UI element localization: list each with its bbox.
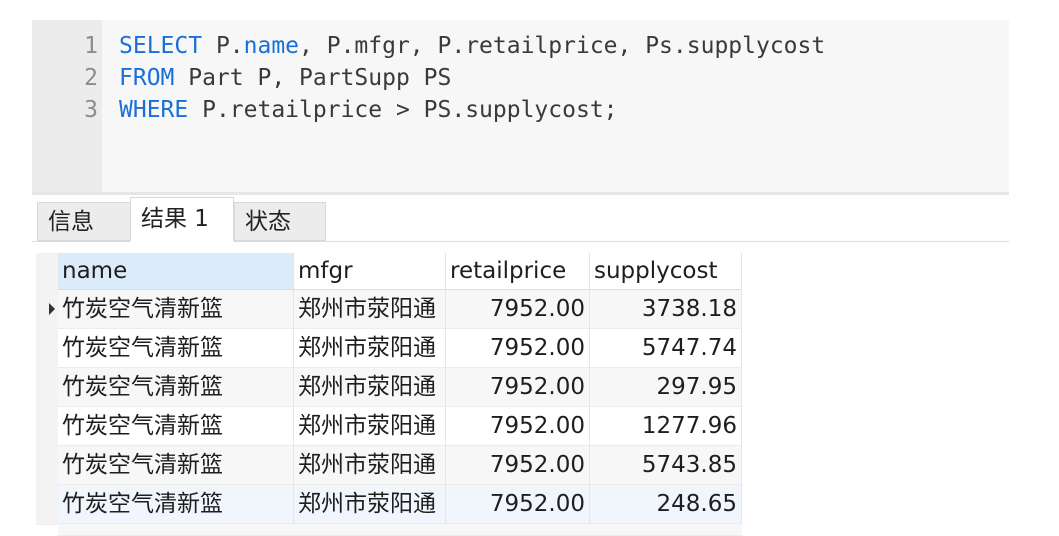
row-selector[interactable] <box>36 368 58 408</box>
column-header-supplycost[interactable]: supplycost <box>590 253 742 290</box>
sql-keyword: FROM <box>119 65 175 91</box>
sql-editor[interactable]: 1 2 3 SELECT P.name, P.mfgr, P.retailprice… <box>32 20 1009 192</box>
sql-keyword: WHERE <box>119 97 189 123</box>
row-selector[interactable] <box>36 290 58 330</box>
cell-mfgr[interactable]: 郑州市荥阳通 <box>294 407 446 446</box>
line-number: 3 <box>84 97 98 123</box>
cell-supplycost[interactable]: 297.95 <box>590 368 742 407</box>
code-line[interactable]: SELECT P.name, P.mfgr, P.retailprice, Ps… <box>119 30 825 62</box>
row-selector[interactable] <box>36 446 58 486</box>
line-number-gutter: 1 2 3 <box>32 20 102 192</box>
cell-name[interactable]: 竹炭空气清新篮 <box>58 290 294 329</box>
line-number: 1 <box>84 33 98 59</box>
cell-mfgr[interactable]: 郑州市荥阳通 <box>294 485 446 524</box>
sql-token: Part P, PartSupp PS <box>174 65 452 91</box>
tab-result-1[interactable]: 结果 1 <box>130 197 234 242</box>
current-row-caret-icon <box>49 303 55 315</box>
code-line[interactable]: WHERE P.retailprice > PS.supplycost; <box>119 94 618 126</box>
sql-token: P.retailprice > PS.supplycost; <box>188 97 618 123</box>
cell-mfgr[interactable]: 郑州市荥阳通 <box>294 446 446 485</box>
cell-mfgr[interactable]: 郑州市荥阳通 <box>294 329 446 368</box>
cell-name[interactable]: 竹炭空气清新篮 <box>58 446 294 485</box>
cell-name[interactable]: 竹炭空气清新篮 <box>58 329 294 368</box>
cell-supplycost[interactable]: 1277.96 <box>590 407 742 446</box>
cell-retailprice[interactable]: 7952.00 <box>446 290 590 329</box>
cell-retailprice[interactable]: 7952.00 <box>446 368 590 407</box>
row-selector[interactable] <box>36 329 58 369</box>
cell-mfgr[interactable]: 郑州市荥阳通 <box>294 290 446 329</box>
cell-supplycost[interactable]: 5743.85 <box>590 446 742 485</box>
tab-status[interactable]: 状态 <box>234 202 326 241</box>
code-area[interactable]: SELECT P.name, P.mfgr, P.retailprice, Ps… <box>102 20 1009 192</box>
sql-token: , P.mfgr, P.retailprice, Ps.supplycost <box>299 33 826 59</box>
result-tabbar: 信息 结果 1 状态 <box>32 195 1009 243</box>
cell-supplycost[interactable]: 3738.18 <box>590 290 742 329</box>
line-number: 2 <box>84 65 98 91</box>
sql-keyword: SELECT <box>119 33 203 59</box>
table-row-partial[interactable] <box>58 524 742 536</box>
cell-name[interactable]: 竹炭空气清新篮 <box>58 368 294 407</box>
cell-supplycost[interactable]: 248.65 <box>590 485 742 524</box>
column-header-mfgr[interactable]: mfgr <box>294 253 446 290</box>
row-selector[interactable] <box>36 407 58 447</box>
cell-name[interactable]: 竹炭空气清新篮 <box>58 485 294 524</box>
column-header-retailprice[interactable]: retailprice <box>446 253 590 290</box>
cell-name[interactable]: 竹炭空气清新篮 <box>58 407 294 446</box>
cell-retailprice[interactable]: 7952.00 <box>446 329 590 368</box>
cell-retailprice[interactable]: 7952.00 <box>446 485 590 524</box>
cell-retailprice[interactable]: 7952.00 <box>446 446 590 485</box>
grid-corner <box>36 253 58 291</box>
cell-mfgr[interactable]: 郑州市荥阳通 <box>294 368 446 407</box>
column-header-name[interactable]: name <box>58 253 294 290</box>
tab-info[interactable]: 信息 <box>37 202 131 241</box>
sql-token: P. <box>202 33 244 59</box>
cell-supplycost[interactable]: 5747.74 <box>590 329 742 368</box>
sql-keyword: name <box>243 33 300 59</box>
code-line[interactable]: FROM Part P, PartSupp PS <box>119 62 451 94</box>
row-selector[interactable] <box>36 485 58 525</box>
cell-retailprice[interactable]: 7952.00 <box>446 407 590 446</box>
